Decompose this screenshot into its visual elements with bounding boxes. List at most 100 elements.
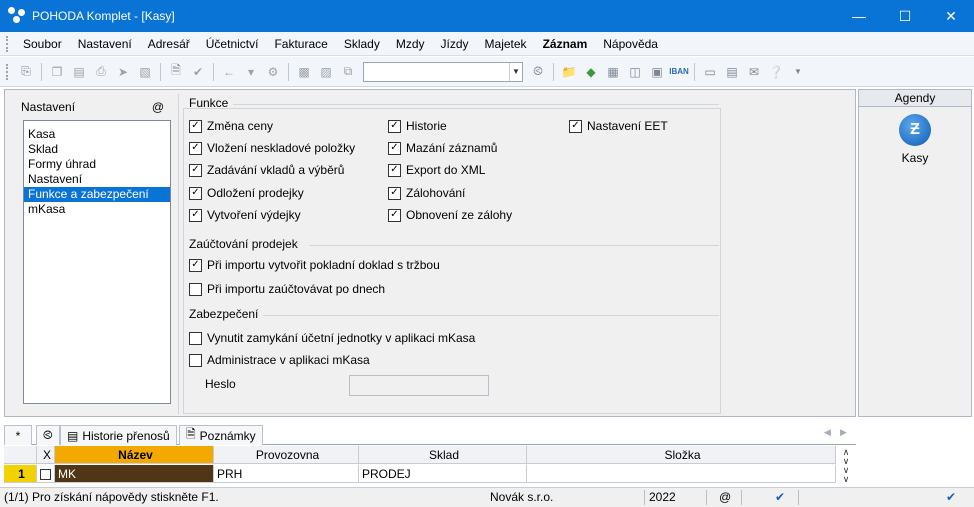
checkbox-box[interactable]: ✓ <box>388 208 401 222</box>
settings-nav-item-nastaveni[interactable]: Nastavení <box>24 172 170 187</box>
tab-filter[interactable]: ⧀ <box>36 425 60 445</box>
menu-adresar[interactable]: Adresář <box>140 32 198 56</box>
card-icon[interactable]: ▭ <box>700 63 720 81</box>
tab-new-record[interactable]: * <box>4 425 32 445</box>
checkbox-box[interactable]: ✓ <box>189 119 202 133</box>
menu-sklady[interactable]: Sklady <box>336 32 388 56</box>
menu-zaznam[interactable]: Záznam <box>535 32 596 56</box>
checkbox-mazani-zaznamu[interactable]: ✓ Mazání záznamů <box>388 141 497 155</box>
checkbox-odlozeni-prodejky[interactable]: ✓ Odložení prodejky <box>189 186 304 200</box>
menu-fakturace[interactable]: Fakturace <box>266 32 335 56</box>
agenda-nav-icon[interactable]: ⎘ <box>16 63 36 81</box>
menu-ucetnictvi[interactable]: Účetnictví <box>198 32 267 56</box>
unlock-icon[interactable]: ▨ <box>316 63 336 81</box>
cell-nazev[interactable]: MK <box>55 465 214 483</box>
menu-nastaveni[interactable]: Nastavení <box>70 32 140 56</box>
tab-next-icon[interactable]: ▶ <box>840 427 847 438</box>
column-header-sklad[interactable]: Sklad <box>359 446 527 464</box>
column-header-slozka[interactable]: Složka <box>527 446 836 464</box>
close-button[interactable]: ✕ <box>928 0 974 32</box>
row-checkbox[interactable] <box>40 469 51 481</box>
checkbox-box[interactable]: ✓ <box>388 163 401 177</box>
menu-majetek[interactable]: Majetek <box>477 32 535 56</box>
status-check-icon[interactable]: ✔ <box>775 488 785 507</box>
message-icon[interactable]: ✉ <box>744 63 764 81</box>
settings-nav-item-formy-uhrad[interactable]: Formy úhrad <box>24 157 170 172</box>
checkbox-box[interactable] <box>189 353 202 367</box>
help-icon[interactable]: ❔ <box>766 63 786 81</box>
checkbox-box[interactable]: ✓ <box>569 119 582 133</box>
minimize-button[interactable]: — <box>836 0 882 32</box>
column-header-nazev[interactable]: Název <box>55 446 214 464</box>
table-row[interactable]: 1 MK PRH PRODEJ <box>4 465 836 483</box>
tab-historie-prenosu[interactable]: ▤ Historie přenosů <box>60 425 177 445</box>
cell-slozka[interactable] <box>527 465 836 483</box>
checkbox-vytvoreni-vydejky[interactable]: ✓ Vytvoření výdejky <box>189 208 301 222</box>
calendar-icon[interactable]: ▦ <box>603 63 623 81</box>
gear-icon[interactable]: ⚙ <box>263 63 283 81</box>
checkbox-zalohovani[interactable]: ✓ Zálohování <box>388 186 465 200</box>
new-record-icon[interactable]: 🗎 <box>166 63 186 81</box>
save-icon[interactable]: ▧ <box>135 63 155 81</box>
exchange-rate-icon[interactable]: ▣ <box>647 63 667 81</box>
checkbox-historie[interactable]: ✓ Historie <box>388 119 447 133</box>
checkbox-zadavani-vkladu[interactable]: ✓ Zadávání vkladů a výběrů <box>189 163 344 177</box>
tab-prev-icon[interactable]: ◀ <box>824 427 831 438</box>
row-checkbox-cell[interactable] <box>37 465 55 483</box>
checkbox-vlozeni-neskladove[interactable]: ✓ Vložení neskladové položky <box>189 141 355 155</box>
maximize-button[interactable]: ☐ <box>882 0 928 32</box>
checkbox-import-pokladni-doklad[interactable]: ✓ Při importu vytvořit pokladní doklad s … <box>189 258 440 272</box>
toolbar-more-icon[interactable]: ▼ <box>788 63 808 81</box>
status-ok-icon[interactable]: ✔ <box>946 488 956 507</box>
kasy-agenda-icon[interactable]: Ƶ <box>899 114 931 146</box>
at-icon[interactable]: @ <box>152 100 164 114</box>
checkbox-obnoveni-ze-zalohy[interactable]: ✓ Obnovení ze zálohy <box>388 208 512 222</box>
checkbox-box[interactable] <box>189 331 202 345</box>
calculator-icon[interactable]: ◫ <box>625 63 645 81</box>
column-header-x[interactable]: X <box>37 446 55 464</box>
forward-arrow-icon[interactable]: ▾ <box>241 63 261 81</box>
edit-icon[interactable]: ✔ <box>188 63 208 81</box>
menu-soubor[interactable]: Soubor <box>15 32 70 56</box>
checkbox-box[interactable]: ✓ <box>388 186 401 200</box>
checkbox-box[interactable]: ✓ <box>189 141 202 155</box>
checkbox-box[interactable]: ✓ <box>388 141 401 155</box>
tab-poznamky[interactable]: 🗎 Poznámky <box>179 425 263 445</box>
checkbox-box[interactable] <box>189 282 202 296</box>
cell-sklad[interactable]: PRODEJ <box>359 465 527 483</box>
folder-icon[interactable]: 📁 <box>559 63 579 81</box>
copy-icon[interactable]: ❐ <box>47 63 67 81</box>
grid-scrollbar[interactable]: ∧ ∨ ∨ ∨ <box>838 446 854 484</box>
checkbox-vynutit-zamykani[interactable]: Vynutit zamykání účetní jednotky v aplik… <box>189 331 475 345</box>
settings-nav-item-sklad[interactable]: Sklad <box>24 142 170 157</box>
status-at-icon[interactable]: @ <box>719 488 731 507</box>
settings-nav-item-funkce[interactable]: Funkce a zabezpečení <box>24 187 170 202</box>
row-number[interactable]: 1 <box>4 465 37 483</box>
cell-provozovna[interactable]: PRH <box>214 465 359 483</box>
chevron-down-icon[interactable]: ▼ <box>509 62 522 81</box>
checkbox-box[interactable]: ✓ <box>189 258 202 272</box>
lock-icon[interactable]: ▩ <box>294 63 314 81</box>
document-icon[interactable]: ▤ <box>722 63 742 81</box>
quick-filter-combo[interactable]: ▼ <box>363 61 523 82</box>
kasy-agenda-label[interactable]: Kasy <box>859 151 971 165</box>
checkbox-box[interactable]: ✓ <box>189 186 202 200</box>
checkbox-zmena-ceny[interactable]: ✓ Změna ceny <box>189 119 273 133</box>
heslo-input[interactable] <box>349 375 489 396</box>
menu-napoveda[interactable]: Nápověda <box>595 32 666 56</box>
checkbox-administrace-mkasa[interactable]: Administrace v aplikaci mKasa <box>189 353 370 367</box>
menu-mzdy[interactable]: Mzdy <box>388 32 433 56</box>
menu-jizdy[interactable]: Jízdy <box>433 32 477 56</box>
checkbox-box[interactable]: ✓ <box>189 208 202 222</box>
back-arrow-icon[interactable]: ← <box>219 63 239 81</box>
send-icon[interactable]: ➤ <box>113 63 133 81</box>
print-icon[interactable]: ⎙ <box>91 63 111 81</box>
column-header-provozovna[interactable]: Provozovna <box>214 446 359 464</box>
checkbox-box[interactable]: ✓ <box>189 163 202 177</box>
checkbox-export-xml[interactable]: ✓ Export do XML <box>388 163 485 177</box>
print-preview-icon[interactable]: ▤ <box>69 63 89 81</box>
iban-icon[interactable]: IBAN <box>669 63 689 81</box>
settings-nav-item-kasa[interactable]: Kasa <box>24 127 170 142</box>
filter-icon[interactable]: ⧀ <box>528 63 548 81</box>
checkbox-box[interactable]: ✓ <box>388 119 401 133</box>
